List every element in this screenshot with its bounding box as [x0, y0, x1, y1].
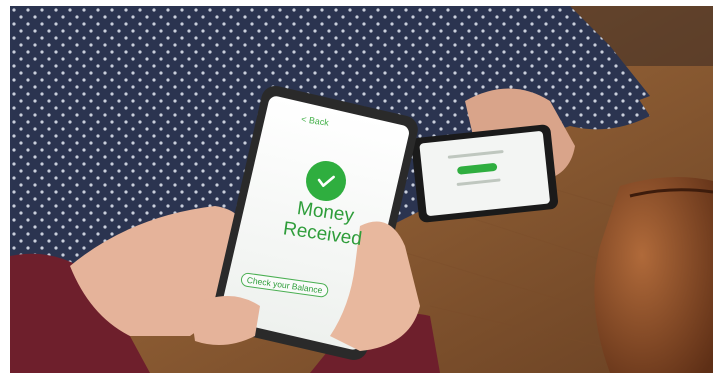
photo-scene: [10, 6, 713, 373]
background-phone: [411, 124, 559, 223]
photo: < Back Money Received Check your Balance: [10, 6, 713, 373]
